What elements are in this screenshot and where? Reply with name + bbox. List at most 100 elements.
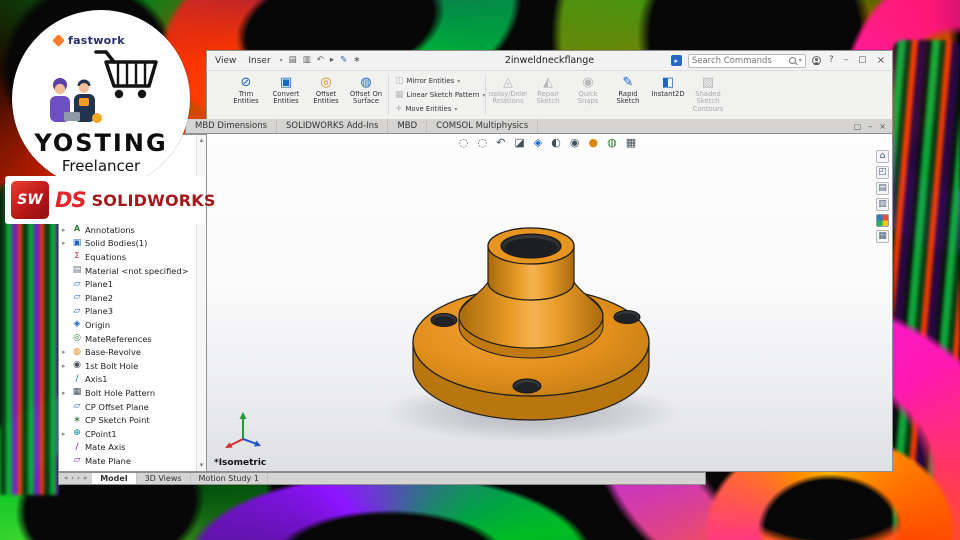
select-arrow-icon[interactable] [330, 56, 334, 65]
window-minimize-icon[interactable] [868, 122, 872, 131]
repair-sketch-button[interactable]: Repair Sketch [529, 73, 567, 117]
trim-entities-button[interactable]: Trim Entities [227, 73, 265, 117]
scroll-up-icon[interactable] [197, 137, 206, 144]
palette-icon[interactable] [876, 214, 889, 227]
model-tab[interactable]: Model [92, 473, 137, 484]
tree-item[interactable]: Mate Plane [62, 454, 195, 468]
ribbon-button-icon [543, 75, 553, 91]
graphics-viewport[interactable]: *Isometric [206, 134, 893, 472]
user-account-icon[interactable] [811, 56, 821, 65]
tree-item[interactable]: Solid Bodies(1) [62, 237, 195, 251]
move-entities-button[interactable]: Move Entities [395, 105, 479, 114]
dropdown-caret-icon[interactable] [457, 78, 460, 85]
document-window-controls [854, 122, 892, 131]
search-commands-box[interactable] [687, 53, 806, 68]
minimize-button[interactable] [842, 56, 851, 65]
fit-icon[interactable] [876, 166, 889, 179]
ribbon-button-label: Instant2D [651, 91, 685, 98]
motion-study-tab[interactable]: Motion Study 1 [191, 473, 268, 484]
command-tab[interactable]: COMSOL Multiphysics [427, 119, 539, 133]
close-button[interactable] [875, 56, 887, 66]
tree-item[interactable]: CP Offset Plane [62, 400, 195, 414]
feature-icon [72, 429, 82, 438]
3d-views-tab[interactable]: 3D Views [137, 473, 191, 484]
orientation-triad-icon [225, 412, 261, 448]
ribbon-button-label: Offset On Surface [349, 91, 383, 106]
tree-item[interactable]: 1st Bolt Hole [62, 359, 195, 373]
tree-item[interactable]: Base-Revolve [62, 345, 195, 359]
tree-item[interactable]: Annotations [62, 223, 195, 237]
feature-label: Mate Axis [85, 442, 126, 453]
command-manager-ribbon: Trim Entities Convert Entities Offset En… [206, 71, 893, 119]
tree-item[interactable]: Bolt Hole Pattern [62, 386, 195, 400]
feature-label: Plane3 [85, 306, 114, 317]
expand-arrow-icon[interactable] [62, 348, 69, 356]
tree-item[interactable]: Axis1 [62, 373, 195, 387]
feature-label: Equations [85, 251, 127, 262]
convert-entities-button[interactable]: Convert Entities [267, 73, 305, 117]
expand-arrow-icon[interactable] [62, 389, 69, 397]
tree-item[interactable]: Plane3 [62, 305, 195, 319]
expand-arrow-icon[interactable] [62, 239, 69, 247]
sketch-tools-group: Trim Entities Convert Entities Offset En… [227, 73, 385, 117]
offset-on-surface-button[interactable]: Offset On Surface [347, 73, 385, 117]
linear-sketch-pattern-button[interactable]: Linear Sketch Pattern [395, 91, 480, 100]
dropdown-caret-icon[interactable] [454, 106, 457, 113]
options-gear-icon[interactable] [353, 56, 360, 65]
tree-item[interactable]: Plane1 [62, 277, 195, 291]
ribbon-button-icon [320, 75, 331, 91]
tree-item[interactable]: CP Sketch Point [62, 413, 195, 427]
search-icon[interactable] [788, 57, 796, 64]
viewport-side-toolbar [876, 150, 889, 243]
shaded-sketch-contours-button[interactable]: Shaded Sketch Contours [689, 73, 727, 117]
first-tab-icon[interactable] [64, 475, 68, 482]
window-restore-icon[interactable] [854, 122, 862, 131]
last-tab-icon[interactable] [83, 475, 87, 482]
tree-item[interactable]: CPoint1 [62, 427, 195, 441]
tree-item[interactable]: MateReferences [62, 332, 195, 346]
instant2d-button[interactable]: Instant2D [649, 73, 687, 117]
expand-arrow-icon[interactable] [62, 430, 69, 438]
feature-icon [72, 320, 82, 329]
flange-model[interactable] [207, 134, 893, 472]
tree-item[interactable]: Equations [62, 250, 195, 264]
undo-icon[interactable] [317, 56, 324, 65]
command-tab[interactable]: SOLIDWORKS Add-Ins [277, 119, 389, 133]
feature-label: Solid Bodies(1) [85, 238, 148, 249]
feature-label: Plane2 [85, 292, 114, 303]
tree-item[interactable]: Origin [62, 318, 195, 332]
display-delete-relations-button[interactable]: Display/Delete Relations [489, 73, 527, 117]
help-icon[interactable]: ? [827, 56, 836, 65]
command-tab[interactable]: MBD [388, 119, 428, 133]
folder-icon[interactable] [876, 182, 889, 195]
tree-item[interactable]: Plane2 [62, 291, 195, 305]
expand-arrow-icon[interactable] [62, 362, 69, 370]
tree-item[interactable]: Mate Axis [62, 441, 195, 455]
print-icon[interactable] [876, 198, 889, 211]
rapid-sketch-button[interactable]: Rapid Sketch [609, 73, 647, 117]
resources-icon[interactable] [670, 55, 682, 66]
search-caret-icon[interactable] [799, 57, 802, 64]
scroll-down-icon[interactable] [197, 462, 206, 469]
screenshot-root: View Inser 2inweldneckflange ? [0, 0, 960, 540]
quick-snaps-button[interactable]: Quick Snaps [569, 73, 607, 117]
tree-item[interactable]: Material <not specified> [62, 264, 195, 278]
menu-view[interactable]: View [212, 56, 239, 66]
expand-arrow-icon[interactable] [62, 226, 69, 234]
ribbon-button-icon [280, 75, 292, 91]
window-close-icon[interactable] [879, 122, 886, 131]
next-tab-icon[interactable] [77, 475, 80, 482]
command-tab[interactable]: MBD Dimensions [186, 119, 278, 133]
menu-insert[interactable]: Inser [245, 56, 273, 66]
home-icon[interactable] [876, 150, 889, 163]
ribbon-button-icon [395, 77, 404, 86]
prev-tab-icon[interactable] [71, 475, 74, 482]
sketch-icon[interactable] [340, 56, 347, 65]
print-icon[interactable] [303, 56, 311, 65]
grid-icon[interactable] [876, 230, 889, 243]
save-icon[interactable] [289, 56, 297, 65]
restore-button[interactable] [856, 56, 869, 65]
mirror-entities-button[interactable]: Mirror Entities [395, 77, 479, 86]
search-input[interactable] [691, 55, 786, 66]
offset-entities-button[interactable]: Offset Entities [307, 73, 345, 117]
